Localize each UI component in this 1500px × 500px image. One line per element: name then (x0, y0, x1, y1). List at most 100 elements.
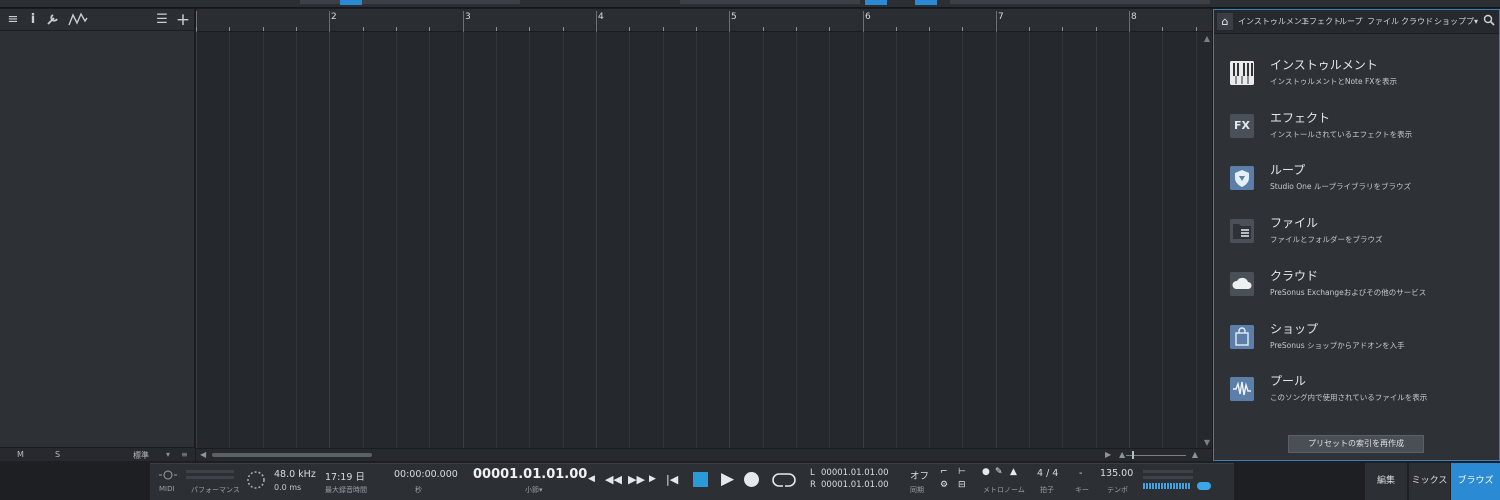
ruler-bar-tick (863, 11, 864, 32)
next-marker-icon[interactable]: ▶ (649, 474, 656, 484)
grid-line (563, 32, 564, 448)
time-signature[interactable]: 4 / 4 (1037, 468, 1058, 479)
add-track-icon[interactable]: + (175, 12, 191, 29)
metronome-label: メトロノーム (983, 486, 1025, 494)
loop-start[interactable]: 00001.01.01.00 (821, 468, 889, 478)
loop-start-label: L (810, 468, 815, 478)
track-height-mode[interactable]: 標準 (133, 450, 149, 461)
mute-all-button[interactable]: M (17, 450, 24, 459)
preroll-icon[interactable]: ⊢ (958, 467, 966, 477)
metronome-icon[interactable]: ▲ (1010, 467, 1017, 477)
browser-item-cloud[interactable]: クラウド PreSonus Exchangeおよびその他のサービス (1228, 267, 1488, 311)
browser-item-loops[interactable]: ループ Studio One ループライブラリをブラウズ (1228, 161, 1488, 205)
tempo-value[interactable]: 135.00 (1100, 468, 1133, 479)
zoom-slider[interactable] (1126, 455, 1186, 456)
browse-view-button[interactable]: ブラウズ (1451, 463, 1500, 500)
browser-item-instruments[interactable]: インストゥルメント インストゥルメントとNote FXを表示 (1228, 56, 1488, 100)
tab-shop[interactable]: ショップ (1434, 16, 1466, 27)
track-options-icon[interactable]: ≡ (181, 450, 188, 459)
grid-line (363, 32, 364, 448)
return-to-zero-icon[interactable]: |◀ (666, 473, 678, 486)
ruler-beat-tick (629, 27, 630, 31)
horizontal-scrollbar[interactable]: ◀ ▶ ▲ ▲ (196, 448, 1212, 461)
ruler-beat-tick (896, 27, 897, 31)
browser-item-files[interactable]: ファイル ファイルとフォルダーをブラウズ (1228, 214, 1488, 258)
gear-icon[interactable]: ⚙ (940, 480, 948, 490)
arrange-view[interactable]: 2 3 4 5 6 7 8 ▲ ▼ ◀ ▶ ▲ ▲ (196, 9, 1212, 461)
wrench-icon[interactable] (45, 12, 61, 28)
timeline-ruler[interactable]: 2 3 4 5 6 7 8 (196, 9, 1212, 32)
track-footer: M S 標準 ▾ ≡ (0, 447, 195, 461)
master-toggle[interactable] (1197, 482, 1211, 490)
midi-activity-icon (159, 470, 177, 480)
grid-line (1062, 32, 1063, 448)
browser-item-pool[interactable]: プール このソング内で使用されているファイルを表示 (1228, 372, 1488, 416)
horizontal-scroll-thumb[interactable] (212, 453, 372, 457)
rebuild-preset-index-button[interactable]: プリセットの索引を再作成 (1288, 435, 1424, 453)
grid-line (429, 32, 430, 448)
previous-marker-icon[interactable]: ◀ (588, 474, 595, 484)
grid-line (229, 32, 230, 448)
grid-line (996, 32, 997, 448)
time-display[interactable]: 00:00:00.000 (394, 469, 458, 480)
position-format-selector[interactable]: 小節▾ (525, 485, 543, 495)
home-icon[interactable]: ⌂ (1217, 13, 1233, 30)
ruler-bar-number: 2 (331, 12, 337, 22)
mix-view-button[interactable]: ミックス (1408, 463, 1450, 500)
scroll-right-arrow-icon[interactable]: ▶ (1105, 450, 1111, 459)
browser-item-shop[interactable]: ショップ PreSonus ショップからアドオンを入手 (1228, 320, 1488, 364)
key-value[interactable]: - (1079, 468, 1082, 479)
fast-forward-icon[interactable]: ▶▶ (628, 473, 645, 486)
scroll-down-arrow-icon[interactable]: ▼ (1204, 438, 1210, 447)
browser-item-title: ループ (1270, 163, 1306, 177)
play-button[interactable]: ▶ (721, 469, 734, 489)
browser-item-effects[interactable]: FX エフェクト インストールされているエフェクトを表示 (1228, 109, 1488, 153)
loop-toggle-icon[interactable] (771, 471, 797, 489)
precount-icon[interactable]: ⌐ (940, 467, 948, 477)
track-list-menu-icon[interactable]: ≡ (5, 12, 21, 28)
tab-effects[interactable]: エフェクト (1301, 16, 1341, 27)
piano-keys-icon (1230, 61, 1254, 85)
metronome-settings-icon[interactable]: ✎ (995, 467, 1003, 477)
position-display[interactable]: 00001.01.01.00 (473, 467, 587, 482)
zoom-in-icon[interactable]: ▲ (1192, 450, 1198, 459)
grid-line (796, 32, 797, 448)
tab-files[interactable]: ファイル (1367, 16, 1399, 27)
track-list-view-icon[interactable]: ☰ (154, 12, 170, 28)
zoom-slider-knob[interactable] (1132, 451, 1134, 459)
info-icon[interactable]: i (25, 12, 41, 28)
toolbar-active-indicator (340, 0, 362, 5)
browser-item-description: PreSonus Exchangeおよびその他のサービス (1270, 288, 1427, 297)
top-toolbar-strip (0, 0, 1500, 8)
stop-button[interactable] (693, 472, 708, 487)
browser-item-title: エフェクト (1270, 111, 1331, 125)
search-icon[interactable] (1483, 14, 1495, 26)
tab-loops[interactable]: ループ (1339, 16, 1363, 27)
tab-instruments[interactable]: インストゥルメント (1238, 16, 1310, 27)
toolbar-segment (300, 0, 520, 4)
performance-label[interactable]: パフォーマンス (191, 485, 240, 495)
rewind-icon[interactable]: ◀◀ (605, 473, 622, 486)
master-level-bar (1143, 483, 1191, 489)
edit-view-button[interactable]: 編集 (1365, 463, 1407, 500)
master-meter (1143, 476, 1193, 479)
tab-more[interactable]: プ▾ (1466, 16, 1478, 27)
zoom-out-icon[interactable]: ▲ (1119, 450, 1125, 459)
scroll-up-arrow-icon[interactable]: ▲ (1204, 34, 1210, 43)
ruler-bar-number: 5 (731, 12, 737, 22)
chevron-down-icon[interactable]: ▾ (166, 450, 170, 459)
ruler-bar-number: 4 (598, 12, 604, 22)
tab-cloud[interactable]: クラウド (1401, 16, 1433, 27)
metronome-on-icon[interactable]: ● (982, 467, 990, 477)
grid-line (863, 32, 864, 448)
loop-end[interactable]: 00001.01.01.00 (821, 480, 889, 490)
automation-icon[interactable] (67, 12, 89, 28)
record-button[interactable] (744, 472, 759, 487)
sync-status[interactable]: オフ (910, 468, 929, 482)
punch-icon[interactable]: ⊟ (958, 480, 966, 490)
scroll-left-arrow-icon[interactable]: ◀ (200, 450, 206, 459)
audio-engine-icon[interactable] (246, 470, 266, 490)
solo-all-button[interactable]: S (55, 450, 60, 459)
grid-line (729, 32, 730, 448)
toolbar-active-indicator (915, 0, 937, 5)
